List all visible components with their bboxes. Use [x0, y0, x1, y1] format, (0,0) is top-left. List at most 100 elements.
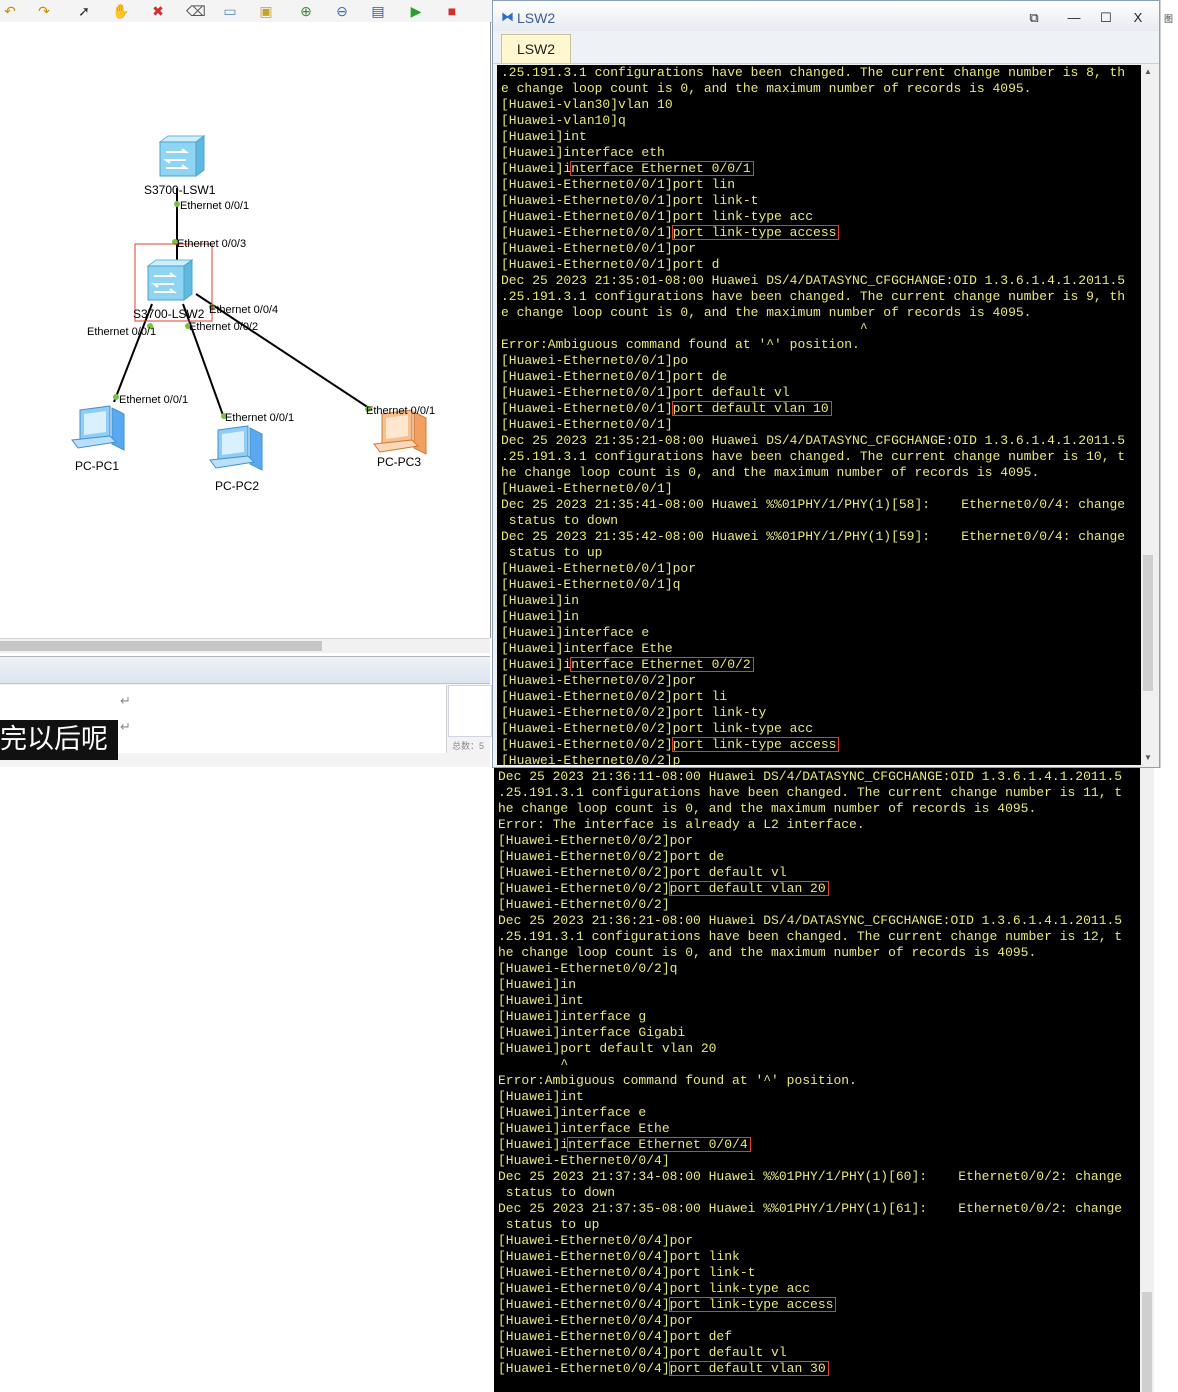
- terminal-line: [Huawei-Ethernet0/0/2]port de: [498, 849, 725, 864]
- terminal-line: ^: [498, 1057, 569, 1072]
- terminal-line: [Huawei-Ethernet0/0/2]p: [501, 753, 681, 765]
- return-icon: ↵: [120, 719, 131, 734]
- tab-lsw2[interactable]: LSW2: [501, 34, 571, 63]
- terminal-line: [Huawei]int: [498, 993, 584, 1008]
- terminal-line: status to down: [501, 513, 619, 528]
- terminal-line: status to up: [501, 545, 603, 560]
- highlight-box: [671, 225, 840, 240]
- terminal-line: [Huawei-Ethernet0/0/1]port lin: [501, 177, 736, 192]
- port-label: Ethernet 0/0/3: [177, 238, 246, 250]
- terminal-line: [Huawei-Ethernet0/0/4]port link-type acc: [498, 1281, 811, 1296]
- terminal-line: [Huawei-Ethernet0/0/2]: [498, 897, 670, 912]
- restore-icon[interactable]: ⧉: [1019, 7, 1049, 29]
- highlight-box: [671, 737, 840, 752]
- terminal-line: ^: [501, 321, 868, 336]
- terminal-line: [Huawei]int: [501, 129, 587, 144]
- terminal-line: [Huawei-Ethernet0/0/2]q: [498, 961, 678, 976]
- terminal-line: .25.191.3.1 configurations have been cha…: [501, 65, 1126, 80]
- scroll-down-icon[interactable]: ▼: [1141, 751, 1155, 765]
- return-icon: ↵: [120, 693, 131, 708]
- terminal-output-upper[interactable]: .25.191.3.1 configurations have been cha…: [497, 65, 1141, 765]
- palette-icon[interactable]: ▣: [258, 3, 274, 19]
- highlight-box: [668, 1297, 837, 1312]
- zoom-out-icon[interactable]: ⊖: [334, 3, 350, 19]
- side-panel: [448, 685, 492, 737]
- terminal-line: [Huawei-Ethernet0/0/1]q: [501, 577, 681, 592]
- terminal-line: [Huawei-Ethernet0/0/2]port link-type acc: [501, 721, 814, 736]
- terminal-line: [Huawei-Ethernet0/0/2]por: [498, 833, 694, 848]
- terminal-line: [Huawei-Ethernet0/0/2]port li: [501, 689, 728, 704]
- pointer-icon[interactable]: ➚: [76, 3, 92, 19]
- terminal-line: [Huawei-Ethernet0/0/2]por: [501, 673, 697, 688]
- terminal-line: [Huawei-Ethernet0/0/1]: [501, 417, 673, 432]
- terminal-line: [Huawei-Ethernet0/0/1]po: [501, 353, 689, 368]
- device-label-pc2: PC-PC2: [215, 479, 259, 493]
- terminal-line: Error:Ambiguous command found at '^' pos…: [501, 337, 860, 352]
- terminal-line: [Huawei-Ethernet0/0/1]port link-type acc: [501, 209, 814, 224]
- scroll-thumb[interactable]: [0, 641, 322, 651]
- stop-icon[interactable]: ■: [444, 3, 460, 19]
- terminal-line: status to down: [498, 1185, 616, 1200]
- terminal-line: [Huawei]interface e: [498, 1105, 647, 1120]
- terminal-line: [Huawei]interface e: [501, 625, 650, 640]
- console-app-icon: ⧓: [501, 9, 514, 24]
- terminal-line: [Huawei]in: [498, 977, 577, 992]
- terminal-line: Dec 25 2023 21:35:01-08:00 Huawei DS/4/D…: [501, 273, 1126, 288]
- scroll-thumb[interactable]: [1142, 1292, 1152, 1392]
- video-subtitle: 完以后呢: [0, 720, 118, 760]
- terminal-vertical-scrollbar-lower[interactable]: [1140, 768, 1154, 1392]
- terminal-line: Dec 25 2023 21:35:41-08:00 Huawei %%01PH…: [501, 497, 1126, 512]
- edge-strip: 图: [1160, 0, 1178, 768]
- terminal-line: e change loop count is 0, and the maximu…: [501, 305, 1032, 320]
- pc-pc2[interactable]: [209, 425, 263, 471]
- terminal-line: [Huawei]interface eth: [501, 145, 665, 160]
- terminal-line: [Huawei-Ethernet0/0/4]port link: [498, 1249, 740, 1264]
- highlight-box: [668, 881, 829, 896]
- console-titlebar[interactable]: ⧓ LSW2 ⧉ — ☐ X: [493, 1, 1159, 31]
- terminal-vertical-scrollbar[interactable]: ▲ ▼: [1141, 65, 1155, 765]
- switch-lsw1[interactable]: [158, 135, 206, 177]
- terminal-line: [Huawei-vlan30]vlan 10: [501, 97, 673, 112]
- terminal-line: [Huawei-vlan10]q: [501, 113, 626, 128]
- canvas-horizontal-scrollbar[interactable]: [0, 638, 490, 653]
- text-icon[interactable]: ▭: [222, 3, 238, 19]
- port-label: Ethernet 0/0/1: [119, 394, 188, 406]
- terminal-line: [Huawei-Ethernet0/0/1]port de: [501, 369, 728, 384]
- highlight-box: [671, 401, 832, 416]
- terminal-line: [Huawei-Ethernet0/0/1]por: [501, 561, 697, 576]
- device-label-pc1: PC-PC1: [75, 459, 119, 473]
- undo-icon[interactable]: ↶: [2, 3, 18, 19]
- start-icon[interactable]: ▶: [408, 3, 424, 19]
- redo-icon[interactable]: ↷: [36, 3, 52, 19]
- pc-pc1[interactable]: [71, 405, 125, 451]
- terminal-line: he change loop count is 0, and the maxim…: [498, 945, 1037, 960]
- device-label-lsw2: S3700-LSW2: [133, 307, 205, 321]
- console-window: ⧓ LSW2 ⧉ — ☐ X LSW2 .25.191.3.1 configur…: [492, 0, 1160, 768]
- total-count-label: 总数：5: [452, 741, 485, 751]
- delete-link-icon[interactable]: ⌫: [186, 3, 206, 19]
- hand-icon[interactable]: ✋: [112, 3, 129, 19]
- terminal-line: e change loop count is 0, and the maximu…: [501, 81, 1032, 96]
- terminal-line: [Huawei-Ethernet0/0/1]port d: [501, 257, 720, 272]
- topology-diagram: S3700-LSW1 S3700-LSW2 PC-PC1 PC-PC2 PC-P…: [71, 135, 435, 493]
- fit-icon[interactable]: ▤: [370, 3, 386, 19]
- delete-icon[interactable]: ✖: [150, 3, 166, 19]
- maximize-button[interactable]: ☐: [1091, 7, 1121, 29]
- edge-label: 图: [1164, 14, 1174, 24]
- zoom-in-icon[interactable]: ⊕: [298, 3, 314, 19]
- terminal-line: [Huawei-Ethernet0/0/1]port default vl: [501, 385, 790, 400]
- terminal-line: [Huawei]in: [501, 609, 580, 624]
- terminal-line: he change loop count is 0, and the maxim…: [501, 465, 1040, 480]
- highlight-box: [570, 161, 754, 176]
- switch-lsw2[interactable]: [146, 259, 194, 301]
- topology-canvas[interactable]: S3700-LSW1 S3700-LSW2 PC-PC1 PC-PC2 PC-P…: [0, 22, 491, 638]
- scroll-thumb[interactable]: [1143, 555, 1153, 691]
- terminal-line: [Huawei-Ethernet0/0/1]port link-t: [501, 193, 759, 208]
- minimize-button[interactable]: —: [1059, 7, 1089, 29]
- terminal-line: [Huawei-Ethernet0/0/1]: [501, 481, 673, 496]
- terminal-output-lower[interactable]: Dec 25 2023 21:36:11-08:00 Huawei DS/4/D…: [494, 768, 1140, 1392]
- terminal-line: [Huawei-Ethernet0/0/4]port link-t: [498, 1265, 756, 1280]
- close-button[interactable]: X: [1123, 7, 1153, 29]
- terminal-line: Dec 25 2023 21:35:21-08:00 Huawei DS/4/D…: [501, 433, 1126, 448]
- scroll-up-icon[interactable]: ▲: [1141, 65, 1155, 79]
